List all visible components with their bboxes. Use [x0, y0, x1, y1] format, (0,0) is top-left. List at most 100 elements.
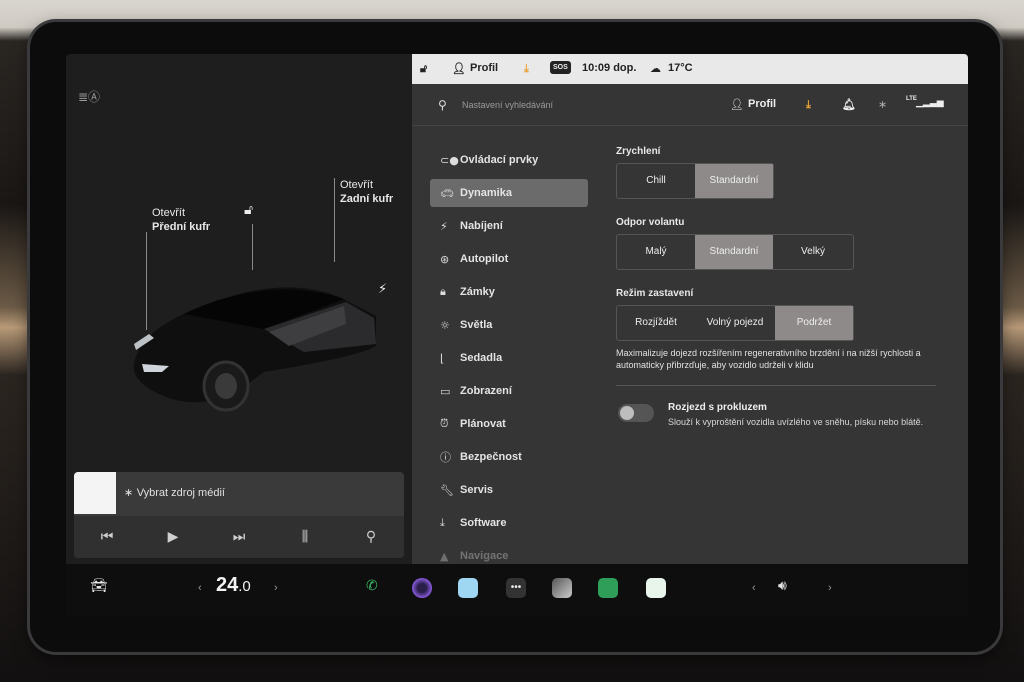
steering-option-light[interactable]: Malý [617, 235, 695, 269]
status-bar: 🔓︎ 👤︎ Profil ⤓ SOS 10:09 dop. ☁︎ 17°C [412, 54, 968, 84]
trunk-label: Zadní kufr [340, 193, 394, 205]
cloud-icon: ☁︎ [650, 62, 661, 75]
nav-label: Zámky [460, 286, 495, 298]
steering-segmented-control: Malý Standardní Velký [616, 234, 854, 270]
nav-label: Sedadla [460, 352, 503, 364]
previous-track-icon[interactable]: ⏮︎ [82, 529, 132, 545]
download-icon[interactable]: ⤓ [806, 98, 811, 112]
volume-icon[interactable]: 🔊︎ [778, 578, 787, 594]
nav-item-autopilot[interactable]: ⊛ Autopilot [430, 245, 588, 273]
sos-button[interactable]: SOS [550, 61, 571, 74]
slip-start-row: Rozjezd s prokluzem Slouží k vyproštění … [616, 400, 946, 450]
stopping-option-roll[interactable]: Volný pojezd [695, 306, 775, 340]
toggle-icon: ⊂● [440, 153, 459, 167]
acceleration-title: Zrychlení [616, 146, 661, 157]
calendar-icon[interactable] [458, 578, 478, 598]
bluetooth-icon[interactable]: ∗ [878, 98, 887, 111]
camera-icon[interactable] [412, 578, 432, 598]
acceleration-option-chill[interactable]: Chill [617, 164, 695, 198]
status-profile-icon: 👤︎ [452, 62, 466, 75]
nav-item-charging[interactable]: ⚡︎ Nabíjení [430, 212, 588, 240]
nav-item-dynamics[interactable]: 🚗︎ Dynamika [430, 179, 588, 207]
bell-icon[interactable]: 🔔︎ [842, 98, 856, 111]
navigation-icon: ▲ [440, 549, 449, 563]
nav-label: Světla [460, 319, 493, 331]
acceleration-segmented-control: Chill Standardní [616, 163, 774, 199]
toybox-icon[interactable] [552, 578, 572, 598]
games-icon[interactable] [646, 578, 666, 598]
touchscreen: ≣Ⓐ Otevřít Přední kufr Otevřít Zadní kuf… [66, 54, 968, 616]
temp-up-chevron-icon[interactable]: › [274, 582, 278, 594]
slip-start-toggle[interactable] [618, 404, 654, 422]
temp-integer: 24 [216, 574, 239, 596]
stopping-mode-description: Maximalizuje dojezd rozšířením regenerat… [616, 348, 921, 370]
next-track-icon[interactable]: ⏭︎ [214, 529, 264, 545]
energy-icon[interactable] [598, 578, 618, 598]
slip-start-title: Rozjezd s prokluzem [668, 402, 767, 413]
volume-up-chevron-icon[interactable]: › [828, 582, 832, 594]
profile-label[interactable]: Profil [748, 98, 776, 110]
search-input[interactable]: Nastavení vyhledávání [462, 100, 553, 110]
phone-icon[interactable]: ✆ [366, 578, 378, 594]
car-visualization-panel: ≣Ⓐ Otevřít Přední kufr Otevřít Zadní kuf… [66, 54, 412, 564]
equalizer-icon[interactable]: ⫼ [280, 529, 330, 545]
nav-item-controls[interactable]: ⊂● Ovládací prvky [430, 146, 588, 174]
stopping-option-creep[interactable]: Rozjíždět [617, 306, 695, 340]
dynamics-content: Zrychlení Chill Standardní Odpor volantu… [616, 146, 946, 450]
car-icon[interactable]: 🚘︎ [90, 578, 108, 594]
steering-title: Odpor volantu [616, 217, 685, 228]
settings-nav: ⊂● Ovládací prvky 🚗︎ Dynamika ⚡︎ Nabíjení ⊛… [430, 146, 588, 575]
bluetooth-icon: ∗ [124, 486, 137, 499]
nav-label: Nabíjení [460, 220, 503, 232]
status-download-icon[interactable]: ⤓ [524, 62, 529, 76]
lock-icon: 🔒︎ [440, 285, 446, 298]
nav-item-display[interactable]: ▭ Zobrazení [430, 377, 588, 405]
status-lock-icon[interactable]: 🔓︎ [420, 62, 427, 76]
nav-item-locks[interactable]: 🔒︎ Zámky [430, 278, 588, 306]
clock-icon: ⏰︎ [440, 417, 449, 430]
frunk-label: Přední kufr [152, 221, 211, 233]
toggle-knob [620, 406, 634, 420]
status-profile-label[interactable]: Profil [470, 62, 498, 74]
media-source-button[interactable]: ∗ Vybrat zdroj médií [124, 486, 225, 499]
frunk-callout[interactable]: Otevřít Přední kufr [152, 206, 210, 234]
stopping-option-hold[interactable]: Podržet [775, 306, 853, 340]
album-art[interactable] [74, 472, 116, 514]
play-icon[interactable]: ▶︎ [148, 529, 198, 545]
steering-wheel-icon: ⊛ [440, 252, 450, 266]
nav-label: Autopilot [460, 253, 509, 265]
nav-label: Navigace [460, 550, 509, 562]
nav-item-service[interactable]: 🔧︎ Servis [430, 476, 588, 504]
acceleration-option-standard[interactable]: Standardní [695, 164, 773, 198]
media-search-icon[interactable]: ⚲ [346, 529, 396, 545]
nav-item-lights[interactable]: ☼ Světla [430, 311, 588, 339]
nav-item-safety[interactable]: ⓘ Bezpečnost [430, 443, 588, 471]
media-source-label: Vybrat zdroj médií [136, 487, 225, 499]
nav-label: Zobrazení [460, 385, 512, 397]
nav-item-seats[interactable]: ⌊ Sedadla [430, 344, 588, 372]
stopping-mode-title: Režim zastavení [616, 288, 694, 299]
more-apps-icon[interactable]: ••• [506, 578, 526, 598]
media-player: ∗ Vybrat zdroj médií ⏮︎ ▶︎ ⏭︎ ⫼ ⚲ [74, 472, 404, 558]
temp-down-chevron-icon[interactable]: ‹ [198, 582, 202, 594]
nav-item-software[interactable]: ⤓ Software [430, 509, 588, 537]
info-icon: ⓘ [440, 451, 451, 464]
trunk-callout[interactable]: Otevřít Zadní kufr [340, 178, 393, 206]
stopping-mode-segmented-control: Rozjíždět Volný pojezd Podržet [616, 305, 854, 341]
headlight-icon[interactable]: ≣Ⓐ [78, 88, 100, 105]
nav-label: Ovládací prvky [460, 154, 539, 166]
trunk-action: Otevřít [340, 179, 374, 191]
nav-item-schedule[interactable]: ⏰︎ Plánovat [430, 410, 588, 438]
bottom-dock: 🚘︎ ‹ 24.0 › ✆ ••• ‹ 🔊︎ › [66, 564, 968, 616]
display-icon: ▭ [440, 384, 451, 398]
search-icon[interactable]: ⚲ [438, 98, 447, 112]
cabin-temperature[interactable]: 24.0 [216, 574, 251, 597]
steering-option-heavy[interactable]: Velký [773, 235, 853, 269]
settings-panel: 🔓︎ 👤︎ Profil ⤓ SOS 10:09 dop. ☁︎ 17°C ⚲ … [412, 54, 968, 564]
seat-icon: ⌊ [440, 351, 445, 365]
profile-icon: 👤︎ [730, 98, 744, 111]
steering-option-standard[interactable]: Standardní [695, 235, 773, 269]
nav-label: Servis [460, 484, 494, 496]
unlock-icon[interactable]: 🔓︎ [244, 202, 253, 218]
volume-down-chevron-icon[interactable]: ‹ [752, 582, 756, 594]
